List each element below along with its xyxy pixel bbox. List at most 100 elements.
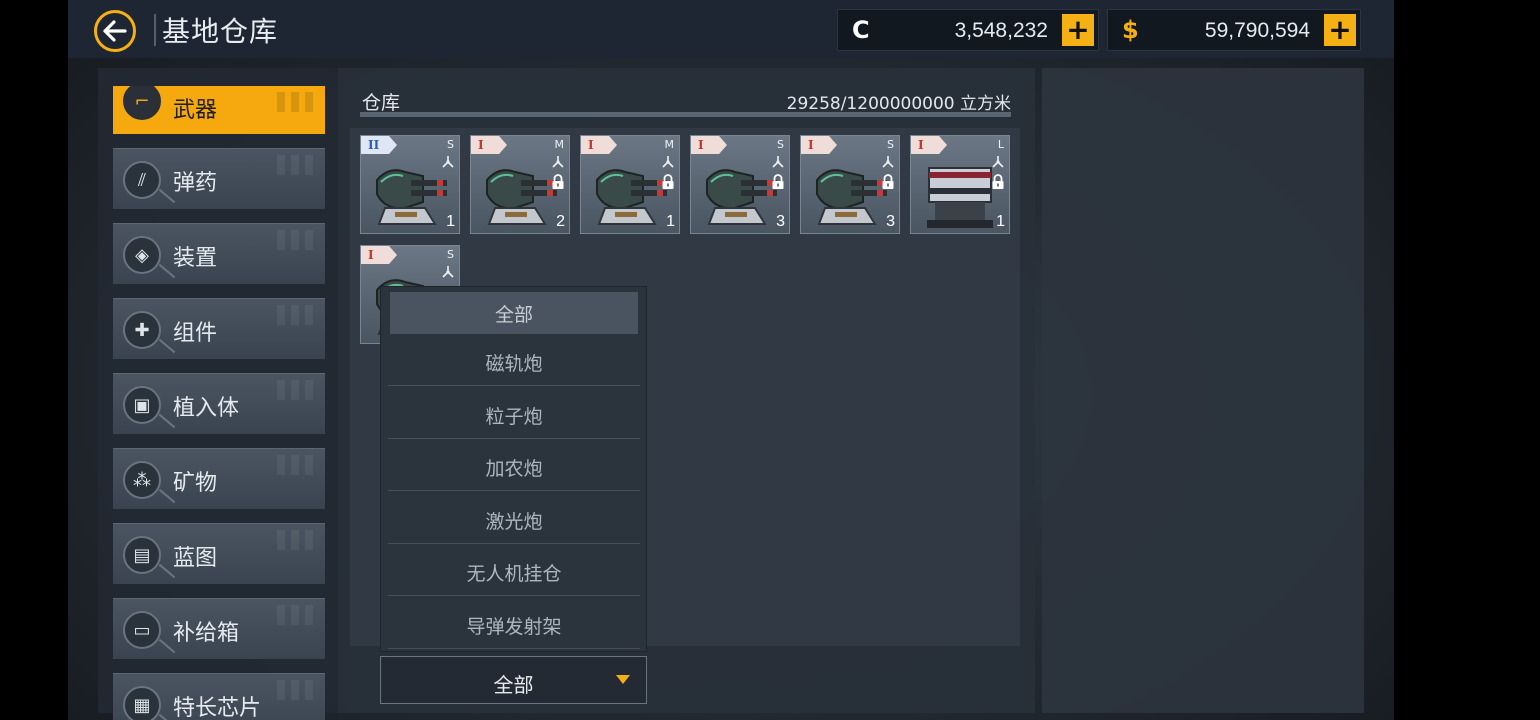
tier-badge: I <box>801 136 837 154</box>
filter-option[interactable]: 磁轨炮 <box>388 340 640 386</box>
filter-option[interactable]: 激光炮 <box>388 498 640 544</box>
category-label: 装置 <box>173 246 218 271</box>
category-item-4[interactable]: ▣ 植入体 <box>113 373 325 434</box>
size-class-label: L <box>997 138 1004 151</box>
cannon-turret-icon <box>481 162 561 233</box>
category-decoration <box>277 530 317 550</box>
filter-option[interactable]: 加农炮 <box>388 445 640 491</box>
item-quantity: 1 <box>446 213 455 230</box>
filter-option[interactable]: 导弹发射架 <box>388 603 640 649</box>
filter-selected-value: 全部 <box>493 673 534 697</box>
heavy-turret-icon <box>921 162 999 233</box>
ship-type-icon <box>881 154 895 168</box>
warehouse-screen: 基地仓库 C 3,548,232 + $ 59,790,594 + ⌐ 武器 ⫽ 弹药… <box>68 0 1394 720</box>
ship-type-icon <box>991 154 1005 168</box>
size-class-label: S <box>447 248 454 261</box>
arrow-left-icon <box>103 20 127 42</box>
lock-icon <box>991 174 1005 190</box>
category-item-8[interactable]: ▦ 特长芯片 <box>113 673 325 720</box>
back-button[interactable] <box>94 10 136 52</box>
lock-icon <box>551 174 565 190</box>
category-item-6[interactable]: ▤ 蓝图 <box>113 523 325 584</box>
title-divider <box>154 14 156 46</box>
cannon-turret-icon <box>811 162 891 233</box>
ship-type-icon <box>661 154 675 168</box>
money-value: 59,790,594 <box>1204 19 1310 42</box>
blueprint-icon: ▤ <box>123 536 161 574</box>
storage-label: 仓库 <box>362 92 401 114</box>
credits-value: 3,548,232 <box>954 19 1048 42</box>
ammo-icon: ⫽ <box>123 161 161 199</box>
tier-badge: I <box>581 136 617 154</box>
device-icon: ◈ <box>123 236 161 274</box>
size-class-label: S <box>777 138 784 151</box>
tier-badge: II <box>361 136 397 154</box>
inventory-item[interactable]: I L 1 <box>910 135 1010 234</box>
filter-option[interactable]: 无人机挂仓 <box>388 550 640 596</box>
ship-type-icon <box>551 154 565 168</box>
category-decoration <box>277 155 317 175</box>
caret-down-icon <box>616 675 630 684</box>
money-display: $ 59,790,594 + <box>1107 9 1361 51</box>
item-quantity: 3 <box>886 213 895 230</box>
category-decoration <box>277 455 317 475</box>
credits-icon: C <box>852 16 870 44</box>
item-quantity: 1 <box>996 213 1005 230</box>
size-class-label: M <box>554 138 565 151</box>
category-decoration <box>277 605 317 625</box>
component-icon: ✚ <box>123 311 161 349</box>
tier-badge: I <box>691 136 727 154</box>
lock-icon <box>881 174 895 190</box>
inventory-item[interactable]: II S 1 <box>360 135 460 234</box>
category-item-2[interactable]: ◈ 装置 <box>113 223 325 284</box>
item-quantity: 2 <box>556 213 565 230</box>
category-decoration <box>277 230 317 250</box>
filter-select[interactable]: 全部 <box>380 656 647 704</box>
filter-option[interactable]: 全部 <box>390 292 638 334</box>
size-class-label: S <box>887 138 894 151</box>
category-decoration <box>277 380 317 400</box>
category-list: ⌐ 武器 ⫽ 弹药 ◈ 装置 ✚ 组件 ▣ 植入体 ⁂ 矿物 ▤ 蓝图 ▭ 补给箱 ▦ 特长芯片 <box>98 68 338 720</box>
add-credits-button[interactable]: + <box>1062 14 1094 46</box>
category-item-3[interactable]: ✚ 组件 <box>113 298 325 359</box>
inventory-item[interactable]: I M 2 <box>470 135 570 234</box>
credits-display: C 3,548,232 + <box>837 9 1099 51</box>
category-decoration <box>277 92 317 112</box>
category-label: 特长芯片 <box>173 696 262 720</box>
category-label: 组件 <box>173 321 218 346</box>
add-money-button[interactable]: + <box>1324 14 1356 46</box>
category-label: 植入体 <box>173 396 240 421</box>
category-label: 补给箱 <box>173 621 240 646</box>
tier-badge: I <box>911 136 947 154</box>
category-item-1[interactable]: ⫽ 弹药 <box>113 148 325 209</box>
category-item-7[interactable]: ▭ 补给箱 <box>113 598 325 659</box>
lock-icon <box>661 174 675 190</box>
ship-type-icon <box>771 154 785 168</box>
top-bar: 基地仓库 C 3,548,232 + $ 59,790,594 + <box>68 0 1394 58</box>
size-class-label: S <box>447 138 454 151</box>
category-label: 蓝图 <box>173 546 218 571</box>
dollar-icon: $ <box>1122 16 1139 44</box>
size-class-label: M <box>664 138 675 151</box>
implant-icon: ▣ <box>123 386 161 424</box>
category-decoration <box>277 305 317 325</box>
ship-type-icon <box>441 154 455 168</box>
tier-badge: I <box>361 246 397 264</box>
category-item-0[interactable]: ⌐ 武器 <box>113 86 325 134</box>
inventory-item[interactable]: I S 3 <box>800 135 900 234</box>
ship-type-icon <box>441 264 455 278</box>
tier-badge: I <box>471 136 507 154</box>
storage-capacity: 29258/1200000000 立方米 <box>786 94 1011 114</box>
supply-box-icon: ▭ <box>123 611 161 649</box>
filter-option[interactable]: 粒子炮 <box>388 393 640 439</box>
item-quantity: 1 <box>666 213 675 230</box>
category-item-5[interactable]: ⁂ 矿物 <box>113 448 325 509</box>
cannon-turret-icon <box>371 162 451 233</box>
filter-dropdown-menu: 全部磁轨炮粒子炮加农炮激光炮无人机挂仓导弹发射架 <box>380 286 647 652</box>
chip-icon: ▦ <box>123 686 161 720</box>
cannon-turret-icon <box>591 162 671 233</box>
inventory-item[interactable]: I M 1 <box>580 135 680 234</box>
item-detail-panel <box>1042 68 1364 713</box>
weapon-icon: ⌐ <box>123 86 161 120</box>
inventory-item[interactable]: I S 3 <box>690 135 790 234</box>
